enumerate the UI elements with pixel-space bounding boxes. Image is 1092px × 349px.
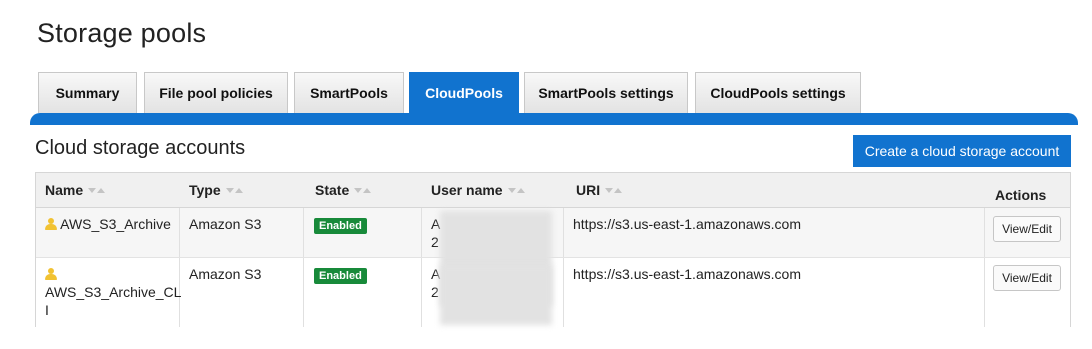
- column-divider: [984, 208, 985, 257]
- section-title: Cloud storage accounts: [35, 137, 246, 159]
- tab-smartpools-settings[interactable]: SmartPools settings: [524, 72, 688, 113]
- column-divider: [563, 258, 564, 327]
- sort-arrows-icon: [605, 187, 623, 193]
- account-type: Amazon S3: [189, 266, 262, 282]
- table-header: Name Type State User name URI Actions: [36, 173, 1070, 208]
- column-divider: [179, 208, 180, 257]
- account-type: Amazon S3: [189, 216, 262, 232]
- column-header-state[interactable]: State: [315, 182, 372, 198]
- user-name-line2: 2: [431, 284, 439, 300]
- column-header-name[interactable]: Name: [45, 182, 106, 198]
- tab-cloudpools[interactable]: CloudPools: [409, 72, 519, 113]
- column-header-label: State: [315, 182, 350, 198]
- tab-smartpools[interactable]: SmartPools: [294, 72, 404, 113]
- status-badge: Enabled: [314, 268, 367, 284]
- status-badge: Enabled: [314, 218, 367, 234]
- column-header-label: User name: [431, 182, 503, 198]
- tab-summary[interactable]: Summary: [38, 72, 137, 113]
- column-header-actions: Actions: [995, 187, 1046, 203]
- accounts-table: Name Type State User name URI Actions AW…: [35, 172, 1071, 327]
- account-name: AWS_S3_Archive: [60, 216, 171, 232]
- account-uri: https://s3.us-east-1.amazonaws.com: [573, 266, 801, 282]
- column-header-user-name[interactable]: User name: [431, 182, 525, 198]
- tab-content-bar: [30, 113, 1078, 125]
- user-icon: [45, 218, 57, 230]
- table-row: AWS_S3_Archive_CL I Amazon S3 Enabled A …: [36, 258, 1070, 327]
- page-title: Storage pools: [37, 18, 207, 48]
- user-icon: [45, 268, 57, 280]
- create-cloud-account-button[interactable]: Create a cloud storage account: [853, 135, 1071, 167]
- tab-file-pool-policies[interactable]: File pool policies: [144, 72, 288, 113]
- column-header-type[interactable]: Type: [189, 182, 243, 198]
- tab-cloudpools-settings[interactable]: CloudPools settings: [695, 72, 861, 113]
- account-name-line2: I: [45, 302, 49, 318]
- column-divider: [421, 208, 422, 257]
- column-divider: [421, 258, 422, 327]
- view-edit-button[interactable]: View/Edit: [993, 216, 1061, 242]
- redaction-blur: [440, 265, 552, 325]
- sort-arrows-icon: [507, 187, 525, 193]
- account-uri: https://s3.us-east-1.amazonaws.com: [573, 216, 801, 232]
- account-name-cell: AWS_S3_Archive: [45, 215, 171, 233]
- column-header-label: Actions: [995, 187, 1047, 203]
- user-name-line1: A: [431, 266, 441, 282]
- sort-arrows-icon: [225, 187, 243, 193]
- column-divider: [984, 258, 985, 327]
- column-header-label: URI: [576, 182, 601, 198]
- column-divider: [563, 208, 564, 257]
- view-edit-button[interactable]: View/Edit: [993, 265, 1061, 291]
- table-row: AWS_S3_Archive Amazon S3 Enabled A 2 htt…: [36, 208, 1070, 258]
- column-divider: [303, 208, 304, 257]
- user-name-line1: A: [431, 216, 441, 232]
- account-name-cell: AWS_S3_Archive_CL I: [45, 265, 181, 319]
- column-divider: [303, 258, 304, 327]
- column-header-label: Name: [45, 182, 84, 198]
- account-name-line1: AWS_S3_Archive_CL: [45, 284, 182, 300]
- column-header-uri[interactable]: URI: [576, 182, 623, 198]
- sort-arrows-icon: [88, 187, 106, 193]
- sort-arrows-icon: [354, 187, 372, 193]
- user-name-line2: 2: [431, 234, 439, 250]
- column-header-label: Type: [189, 182, 221, 198]
